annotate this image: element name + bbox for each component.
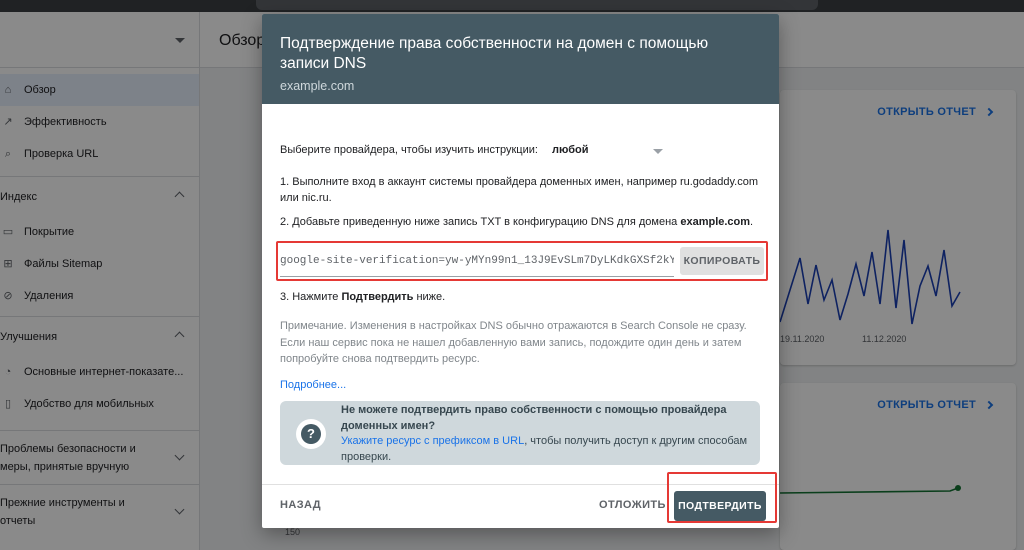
dns-verification-dialog: Подтверждение права собственности на дом…	[262, 14, 779, 528]
dialog-header: Подтверждение права собственности на дом…	[262, 14, 779, 104]
txt-record-highlight	[276, 241, 768, 281]
step3-text: 3. Нажмите	[280, 291, 342, 303]
provider-label: Выберите провайдера, чтобы изучить инстр…	[280, 144, 538, 156]
step2-text: 2. Добавьте приведенную ниже запись TXT …	[280, 216, 678, 228]
dns-note: Примечание. Изменения в настройках DNS о…	[280, 320, 747, 365]
help-icon: ?	[296, 419, 326, 449]
provider-select-row: Выберите провайдера, чтобы изучить инстр…	[280, 126, 761, 174]
step2-domain: example.com	[680, 216, 751, 228]
later-button[interactable]: ОТЛОЖИТЬ	[599, 499, 666, 511]
step3-bold: Подтвердить	[341, 291, 414, 303]
instruction-step-2: 2. Добавьте приведенную ниже запись TXT …	[280, 214, 761, 230]
step2-period: .	[750, 216, 754, 228]
dialog-domain: example.com	[280, 79, 355, 93]
instruction-step-3: 3. Нажмите Подтвердить ниже.	[280, 291, 445, 303]
step3-text-end: ниже.	[413, 291, 446, 303]
help-box: ? Не можете подтвердить право собственно…	[280, 401, 760, 465]
help-title: Не можете подтвердить право собственност…	[341, 404, 727, 432]
provider-select[interactable]: любой	[552, 144, 589, 156]
help-text: Не можете подтвердить право собственност…	[341, 403, 751, 465]
instruction-step-1: 1. Выполните вход в аккаунт системы пров…	[280, 176, 759, 204]
learn-more-link[interactable]: Подробнее...	[280, 379, 346, 391]
dropdown-arrow-icon[interactable]	[653, 149, 663, 154]
dialog-body: Выберите провайдера, чтобы изучить инстр…	[262, 126, 779, 230]
dialog-title: Подтверждение права собственности на дом…	[280, 35, 709, 72]
url-prefix-link[interactable]: Укажите ресурс с префиксом в URL	[341, 435, 524, 447]
back-button[interactable]: НАЗАД	[280, 499, 321, 511]
confirm-highlight	[667, 472, 777, 523]
